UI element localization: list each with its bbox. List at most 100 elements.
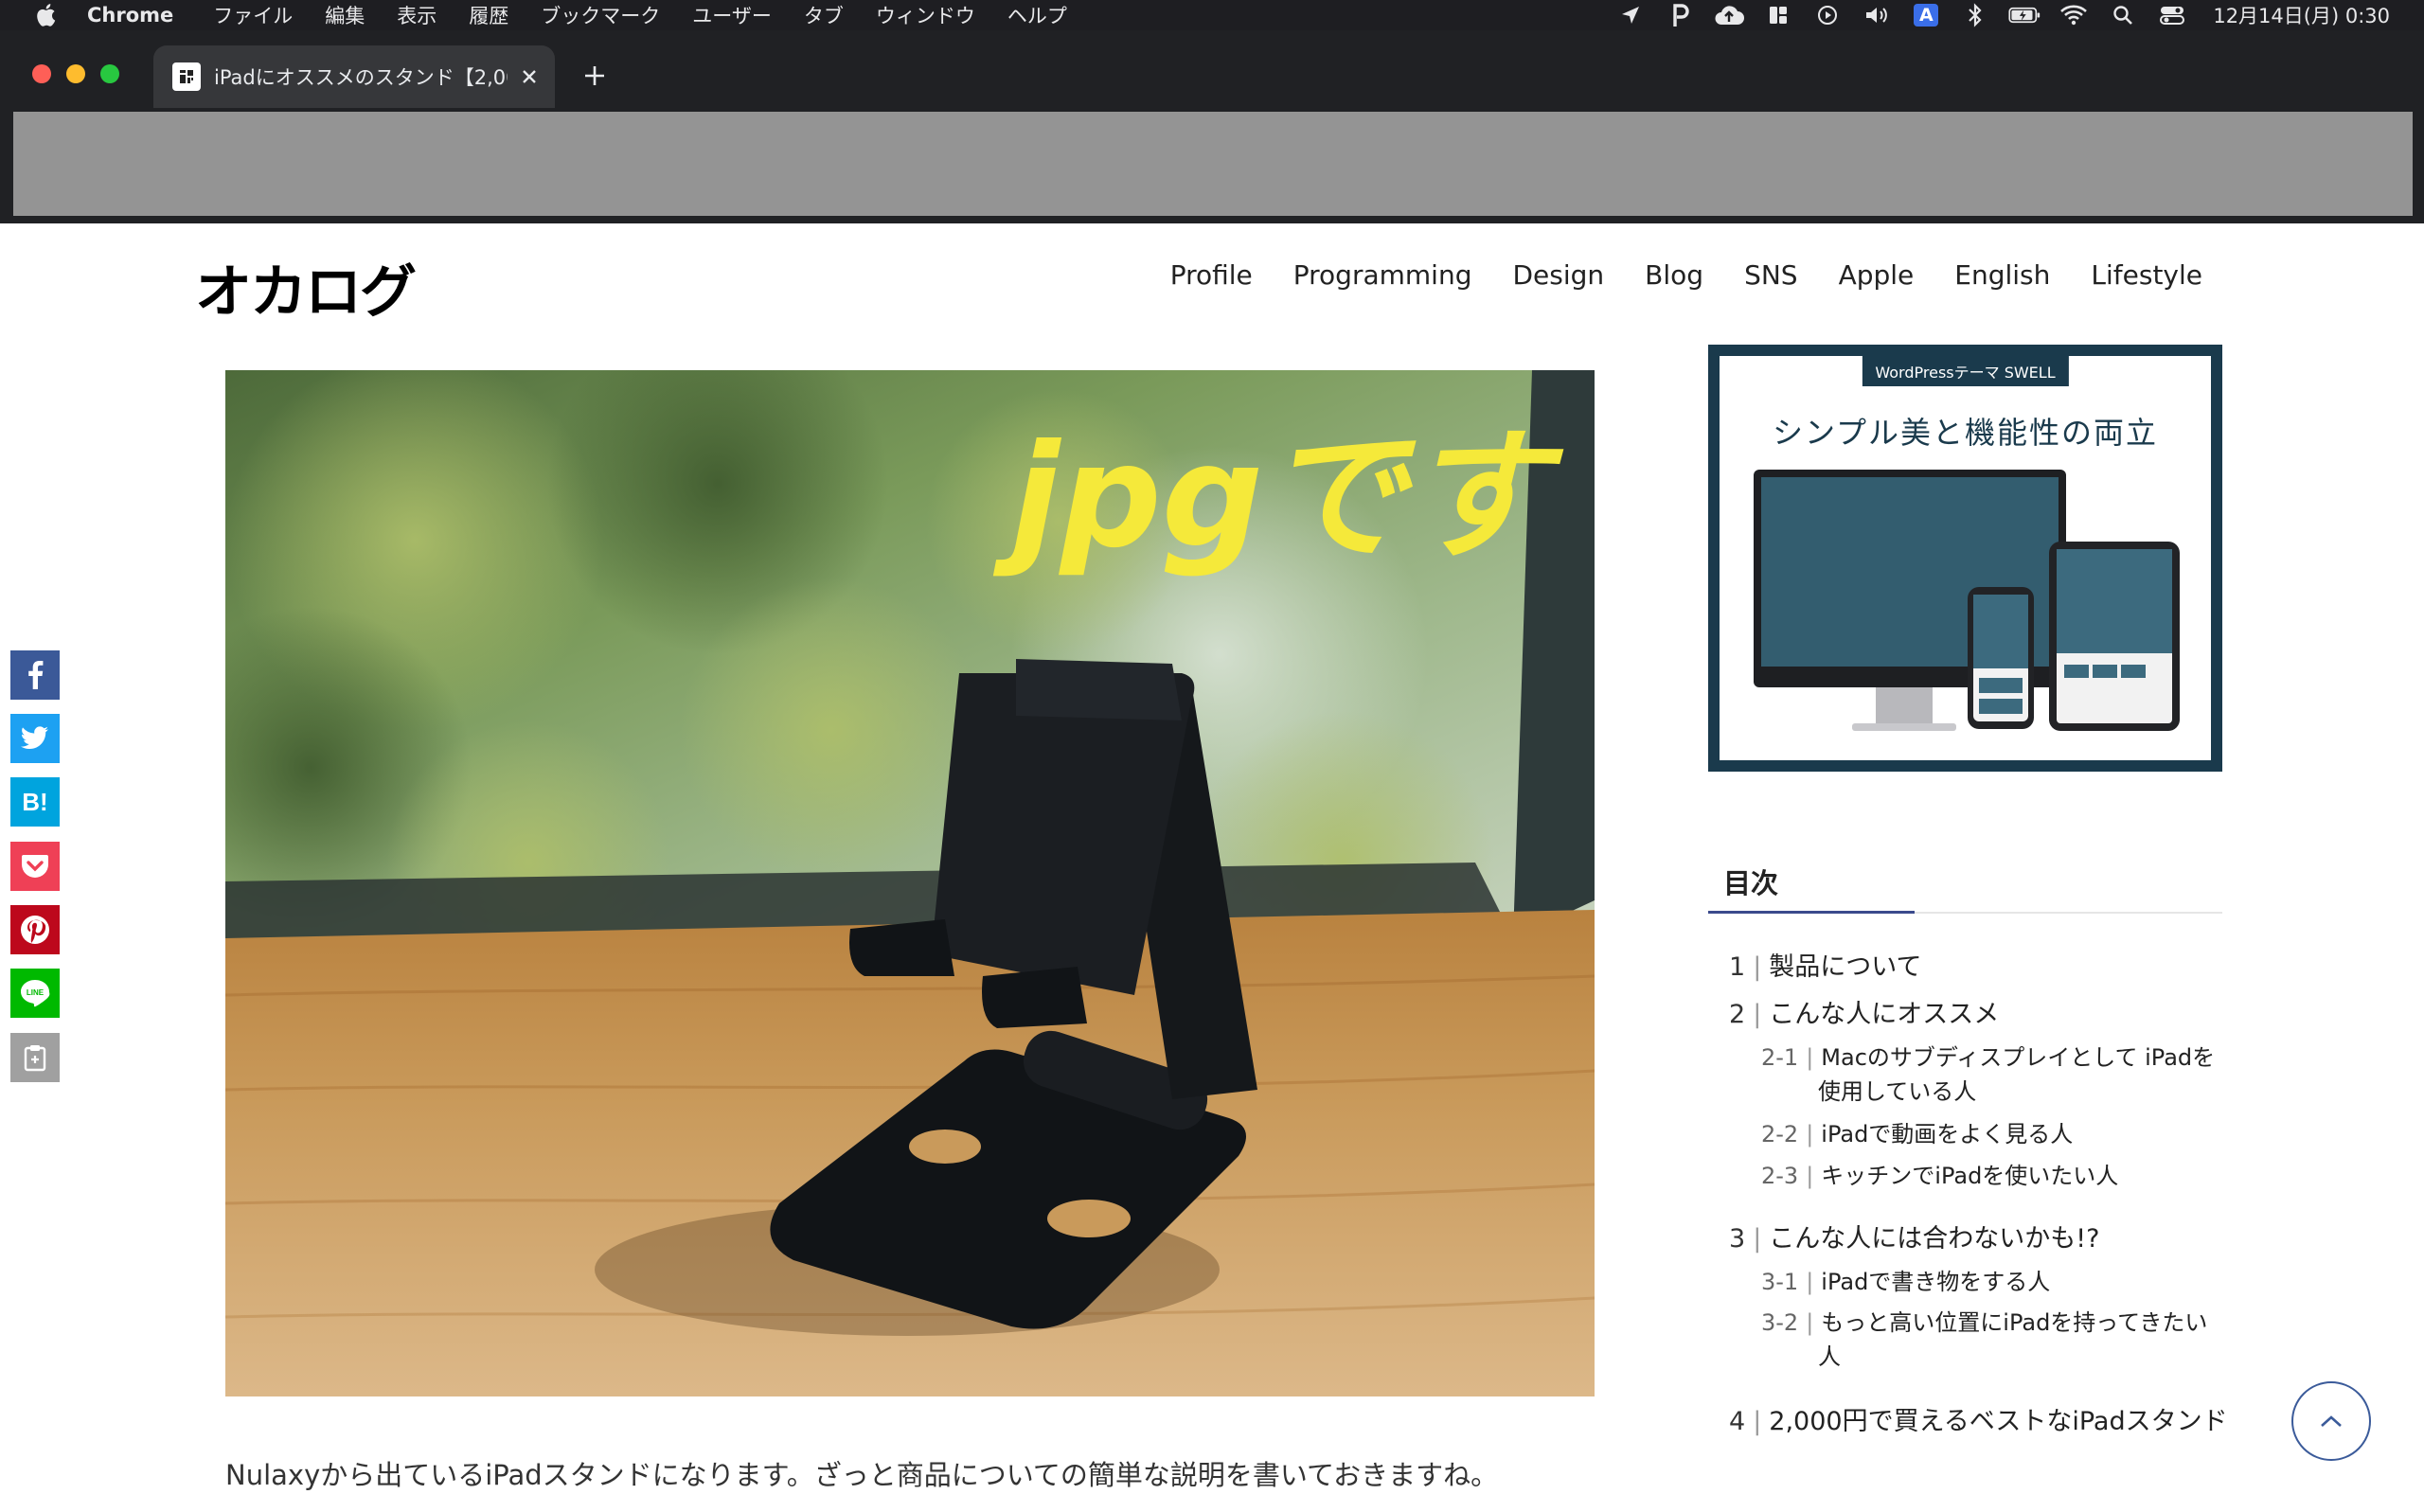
toc-item[interactable]: 3 | こんな人には合わないかも!? [1729, 1218, 2099, 1254]
nav-item-programming[interactable]: Programming [1293, 259, 1472, 291]
share-facebook-button[interactable] [10, 650, 60, 700]
volume-icon[interactable] [1861, 2, 1893, 28]
toc-item-text: キッチンでiPadを使いたい人 [1821, 1163, 2119, 1189]
sidebar-ad-banner[interactable]: WordPressテーマ SWELL シンプル美と機能性の両立 [1708, 345, 2222, 772]
new-tab-plus-icon[interactable] [579, 61, 610, 91]
pinterest-icon [21, 916, 49, 944]
redacted-toolbar-region [13, 112, 2413, 216]
nav-item-design[interactable]: Design [1512, 259, 1604, 291]
spotlight-search-icon[interactable] [2107, 2, 2139, 28]
toc-item-text: 製品について [1769, 952, 1922, 982]
toc-separator: | [1753, 952, 1762, 982]
nav-item-sns[interactable]: SNS [1744, 259, 1798, 291]
toc-item-number: 3 [1729, 1224, 1746, 1254]
toc-separator: | [1806, 1269, 1814, 1295]
toc-separator: | [1753, 1224, 1762, 1254]
tab-close-icon[interactable] [515, 62, 544, 91]
control-center-icon[interactable] [2156, 2, 2188, 28]
share-line-button[interactable]: LINE [10, 969, 60, 1018]
toc-subitem-continuation[interactable]: 使用している人 [1818, 1073, 1976, 1106]
location-arrow-icon[interactable] [1614, 2, 1647, 28]
input-source-icon[interactable]: A [1910, 2, 1942, 28]
toc-item-number: 3-1 [1761, 1269, 1799, 1295]
ad-devices-illustration [1754, 470, 2180, 731]
site-header: オカログ Profile Programming Design Blog SNS… [0, 223, 2424, 337]
menu-history[interactable]: 履歴 [469, 1, 508, 29]
play-circle-icon[interactable] [1811, 2, 1844, 28]
window-close-button[interactable] [32, 64, 51, 83]
chevron-up-icon [2321, 1415, 2342, 1427]
menubar-clock[interactable]: 12月14日(月) 0:30 [2213, 1, 2390, 29]
twitter-bird-icon [21, 726, 48, 750]
toc-item-text: もっと高い位置にiPadを持ってきたい [1821, 1309, 2208, 1336]
menu-bookmarks[interactable]: ブックマーク [541, 1, 660, 29]
toc-subitem-continuation[interactable]: 人 [1818, 1338, 1841, 1371]
toc-subitem[interactable]: 3-1 | iPadで書き物をする人 [1761, 1263, 2050, 1296]
tab-title: iPadにオススメのスタンド【2,000 [214, 66, 508, 89]
share-twitter-button[interactable] [10, 714, 60, 763]
toc-item-text: iPadで動画をよく見る人 [1821, 1121, 2074, 1147]
toc-separator: | [1806, 1121, 1814, 1147]
toc-item[interactable]: 2 | こんな人にオススメ [1729, 993, 1999, 1030]
global-nav: Profile Programming Design Blog SNS Appl… [1130, 259, 2202, 291]
apple-menu-icon[interactable] [32, 2, 59, 28]
menu-view[interactable]: 表示 [397, 1, 437, 29]
toc-subitem[interactable]: 2-2 | iPadで動画をよく見る人 [1761, 1115, 2073, 1148]
bluetooth-icon[interactable] [1959, 2, 1991, 28]
ad-inner: WordPressテーマ SWELL シンプル美と機能性の両立 [1720, 356, 2211, 760]
toc-item-number: 2-3 [1761, 1163, 1799, 1189]
p-app-icon[interactable] [1664, 2, 1696, 28]
toc-item-text: こんな人には合わないかも!? [1769, 1224, 2100, 1254]
menubar-status-area: A 12月14日(月) 0:30 [1597, 0, 2424, 30]
window-zoom-button[interactable] [100, 64, 119, 83]
toc-divider-accent [1708, 911, 1915, 914]
toc-item-number: 2-2 [1761, 1121, 1799, 1147]
toc-separator: | [1753, 1407, 1762, 1436]
nav-item-blog[interactable]: Blog [1645, 259, 1703, 291]
toc-item-text: Macのサブディスプレイとして iPadを [1821, 1044, 2216, 1071]
toc-separator: | [1806, 1044, 1814, 1071]
menu-app-name[interactable]: Chrome [87, 4, 173, 27]
window-minimize-button[interactable] [66, 64, 85, 83]
toc-separator: | [1806, 1309, 1814, 1336]
site-favicon-icon [172, 62, 201, 91]
toc-subitem[interactable]: 2-3 | キッチンでiPadを使いたい人 [1761, 1157, 2118, 1190]
macos-menu-bar: Chrome ファイル 編集 表示 履歴 ブックマーク ユーザー タブ ウィンド… [0, 0, 2424, 30]
toc-item-number: 2-1 [1761, 1044, 1799, 1071]
share-pinterest-button[interactable] [10, 905, 60, 954]
toc-item-number: 4 [1729, 1407, 1746, 1436]
nav-item-apple[interactable]: Apple [1839, 259, 1915, 291]
pocket-icon [22, 855, 48, 878]
nav-item-english[interactable]: English [1954, 259, 2050, 291]
window-layout-icon[interactable] [1762, 2, 1794, 28]
site-logo[interactable]: オカログ [195, 246, 417, 329]
battery-icon[interactable] [2008, 2, 2041, 28]
share-hatena-button[interactable]: B! [10, 777, 60, 827]
menu-file[interactable]: ファイル [213, 1, 293, 29]
menu-edit[interactable]: 編集 [325, 1, 365, 29]
menu-tab[interactable]: タブ [804, 1, 844, 29]
browser-toolbar [0, 108, 2424, 223]
nav-item-lifestyle[interactable]: Lifestyle [2091, 259, 2202, 291]
copy-url-button[interactable] [10, 1033, 60, 1082]
nav-item-profile[interactable]: Profile [1170, 259, 1253, 291]
toc-subitem[interactable]: 2-1 | Macのサブディスプレイとして iPadを [1761, 1039, 2215, 1072]
wifi-icon[interactable] [2058, 2, 2090, 28]
hatena-bookmark-icon: B! [22, 787, 48, 816]
toc-subitem[interactable]: 3-2 | もっと高い位置にiPadを持ってきたい [1761, 1304, 2207, 1337]
back-to-top-button[interactable] [2291, 1381, 2371, 1461]
toc-item-text: iPadで書き物をする人 [1821, 1269, 2051, 1295]
menu-window[interactable]: ウィンドウ [876, 1, 975, 29]
toc-item-number: 2 [1729, 1000, 1746, 1029]
toc-item-text: 2,000円で買えるベストなiPadスタンド [1769, 1407, 2228, 1436]
menu-help[interactable]: ヘルプ [1007, 1, 1067, 29]
toc-item[interactable]: 1 | 製品について [1729, 946, 1922, 983]
menu-profiles[interactable]: ユーザー [692, 1, 772, 29]
toc-item[interactable]: 4 | 2,000円で買えるベストなiPadスタンド [1729, 1400, 2228, 1437]
clipboard-icon [24, 1045, 46, 1072]
browser-tab-active[interactable]: iPadにオススメのスタンド【2,000 [153, 45, 555, 108]
share-pocket-button[interactable] [10, 842, 60, 891]
line-icon: LINE [21, 980, 50, 1007]
article-intro-text: Nulaxyから出ているiPadスタンドになります。ざっと商品についての簡単な説… [225, 1459, 1499, 1491]
cloud-upload-icon[interactable] [1713, 2, 1745, 28]
